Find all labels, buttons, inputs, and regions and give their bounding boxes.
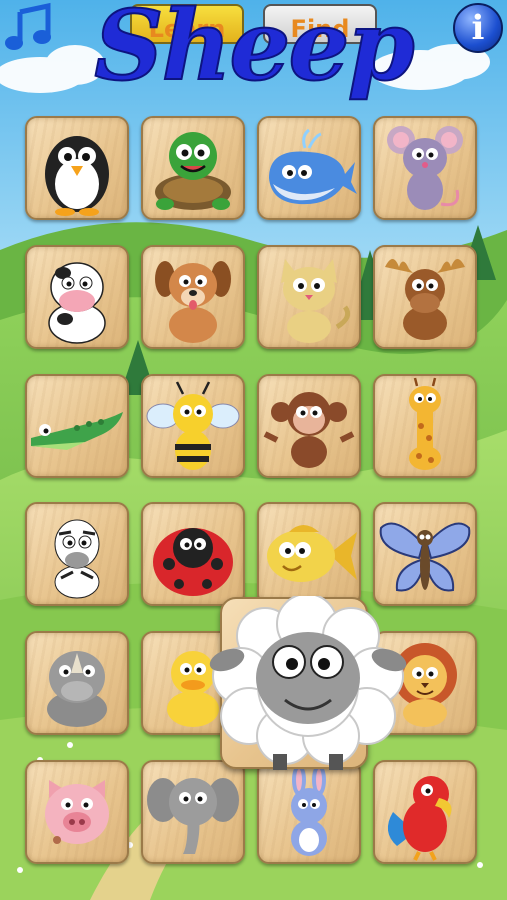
animal-tile-mouse[interactable] bbox=[373, 116, 477, 220]
dog-icon bbox=[155, 261, 231, 343]
elephant-icon bbox=[147, 778, 239, 854]
animal-tile-giraffe[interactable] bbox=[373, 374, 477, 478]
animal-tile-monkey[interactable] bbox=[257, 374, 361, 478]
cow-icon bbox=[48, 262, 106, 344]
animal-tile-butterfly[interactable] bbox=[373, 502, 477, 606]
zebra-icon bbox=[54, 519, 100, 599]
animal-tile-ladybug[interactable] bbox=[141, 502, 245, 606]
mouse-icon bbox=[387, 126, 463, 210]
animal-tile-dog[interactable] bbox=[141, 245, 245, 349]
parrot-icon bbox=[387, 776, 452, 861]
rabbit-icon bbox=[291, 764, 327, 856]
animal-name-title: Sheep bbox=[93, 0, 415, 103]
butterfly-icon bbox=[379, 522, 471, 592]
animal-tile-penguin[interactable] bbox=[25, 116, 129, 220]
animal-tile-fish[interactable] bbox=[257, 502, 361, 606]
giraffe-icon bbox=[409, 377, 441, 470]
animal-tile-whale[interactable] bbox=[257, 116, 361, 220]
rhino-icon bbox=[47, 651, 107, 727]
animal-tile-turtle[interactable] bbox=[141, 116, 245, 220]
whale-icon bbox=[269, 128, 357, 205]
animal-tile-crocodile[interactable] bbox=[25, 374, 129, 478]
pig-icon bbox=[45, 780, 109, 844]
fish-icon bbox=[267, 525, 357, 582]
ladybug-icon bbox=[153, 528, 233, 596]
monkey-icon bbox=[263, 392, 355, 468]
animal-tile-cat[interactable] bbox=[257, 245, 361, 349]
animal-tile-bee[interactable] bbox=[141, 374, 245, 478]
animal-tile-cow[interactable] bbox=[25, 245, 129, 349]
moose-icon bbox=[385, 259, 465, 340]
bee-icon bbox=[146, 381, 240, 470]
animal-tile-pig[interactable] bbox=[25, 760, 129, 864]
sheep-icon[interactable] bbox=[205, 596, 411, 776]
cat-icon bbox=[281, 259, 351, 343]
penguin-icon bbox=[45, 136, 109, 216]
turtle-icon bbox=[155, 132, 231, 210]
crocodile-icon bbox=[31, 412, 123, 450]
animal-tile-moose[interactable] bbox=[373, 245, 477, 349]
animal-tile-rhino[interactable] bbox=[25, 631, 129, 735]
animal-tile-zebra[interactable] bbox=[25, 502, 129, 606]
